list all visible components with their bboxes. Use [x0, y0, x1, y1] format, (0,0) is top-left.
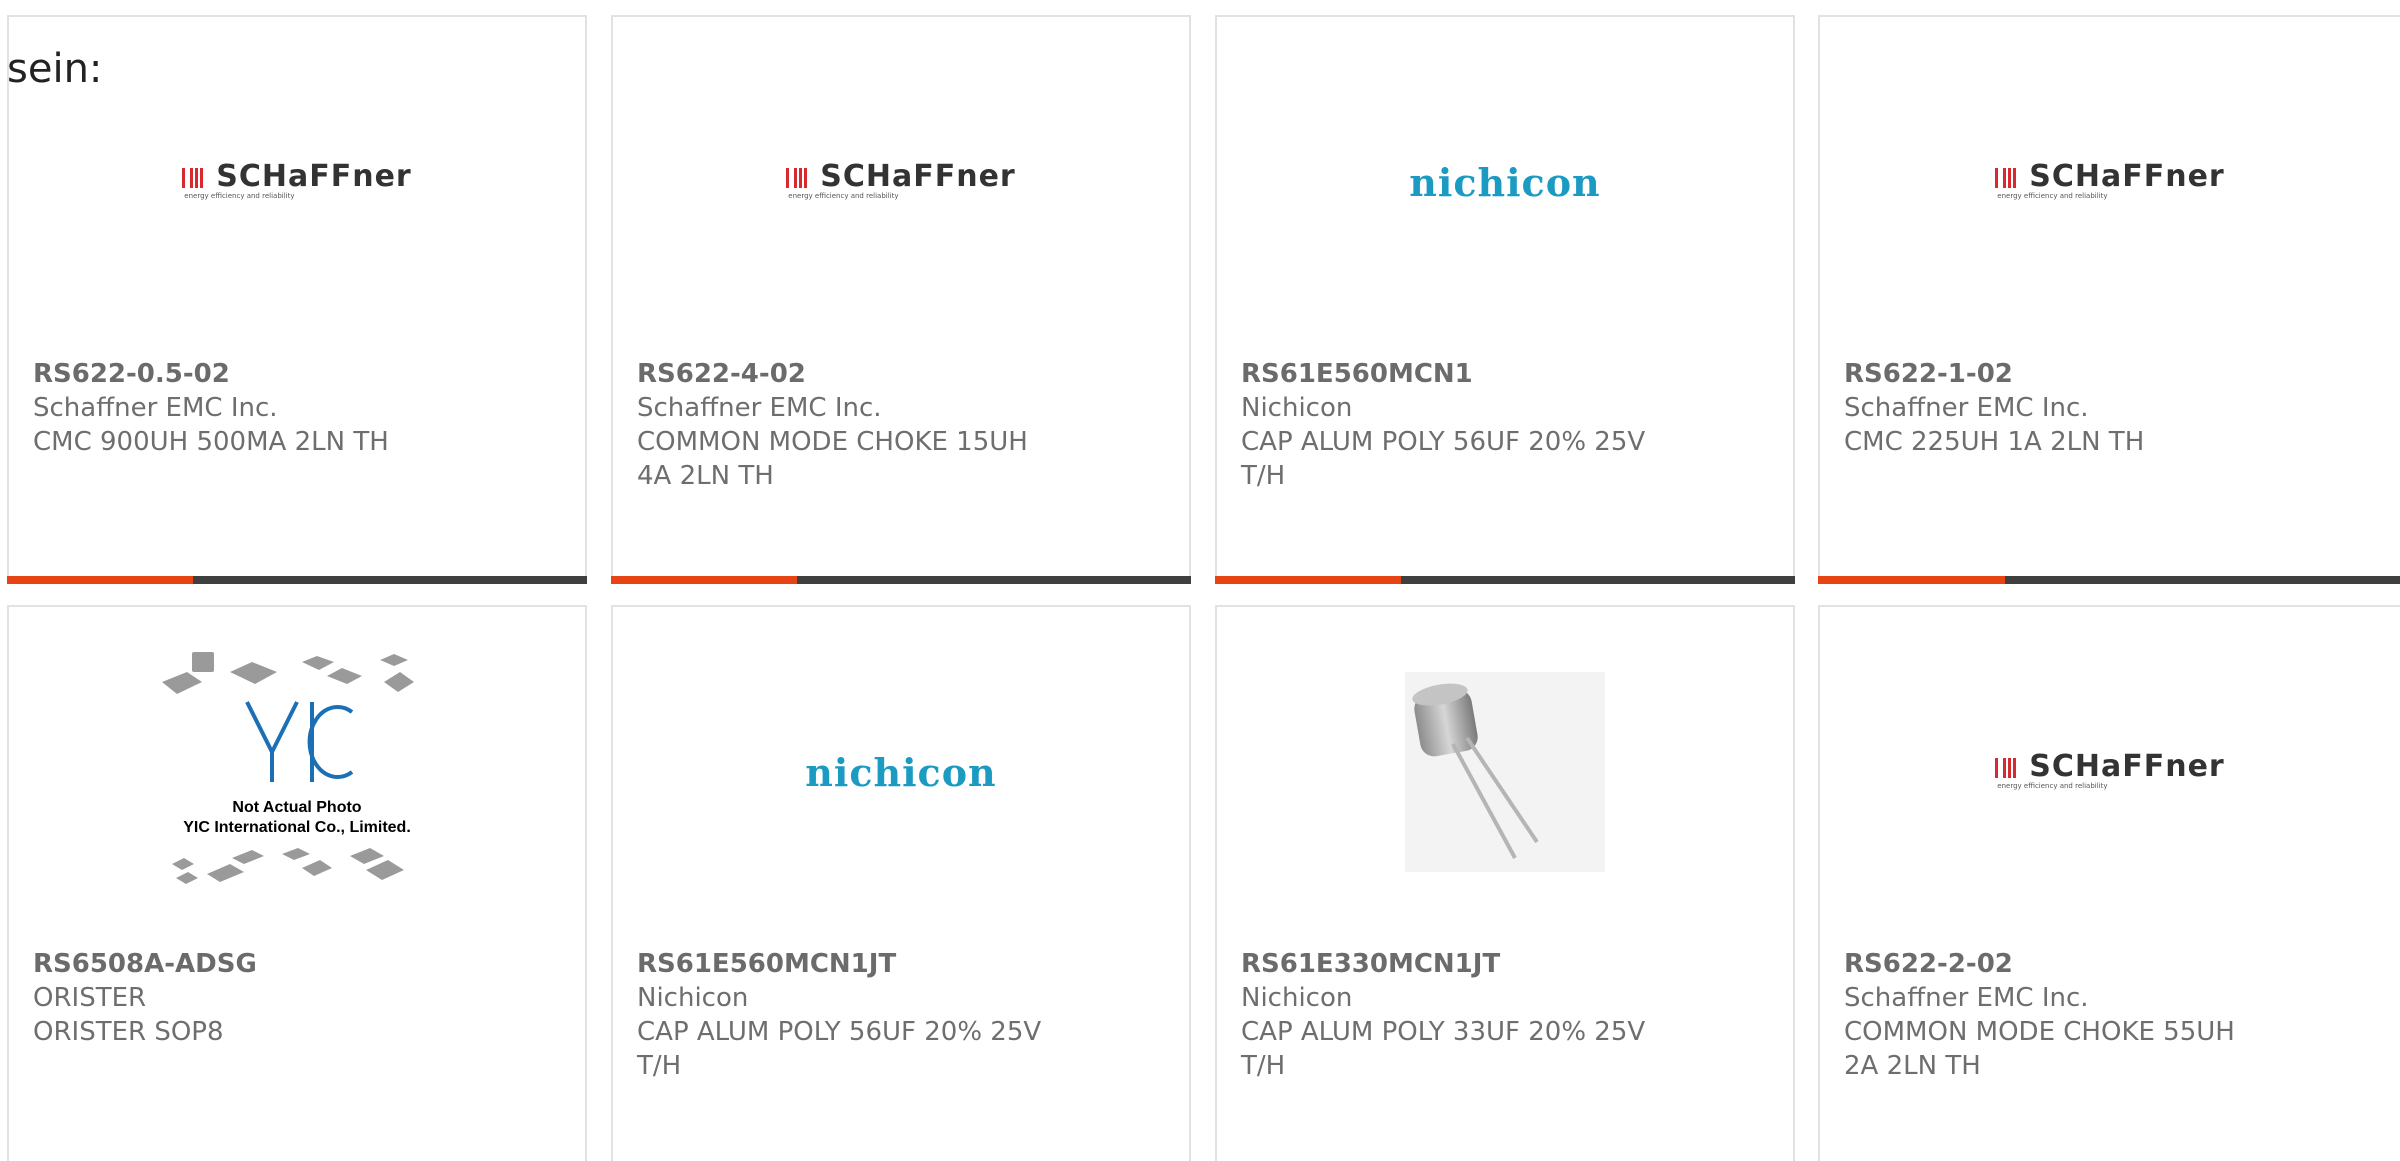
progress-bar — [611, 576, 1191, 584]
progress-bar — [7, 576, 587, 584]
svg-text:YIC International Co., Limited: YIC International Co., Limited. — [183, 819, 411, 836]
manufacturer: Schaffner EMC Inc. — [637, 393, 882, 423]
svg-text:Not Actual Photo: Not Actual Photo — [232, 799, 361, 816]
product-card[interactable]: SCHaFFner energy efficiency and reliabil… — [7, 15, 587, 584]
capacitor-photo — [1405, 672, 1605, 872]
schaffner-logo: SCHaFFner energy efficiency and reliabil… — [786, 159, 1016, 200]
part-number[interactable]: RS622-2-02 — [1844, 947, 2264, 981]
schaffner-logo: SCHaFFner energy efficiency and reliabil… — [1995, 159, 2225, 200]
product-card[interactable]: RS61E330MCN1JT Nichicon CAP ALUM POLY 33… — [1215, 605, 1795, 1161]
product-image[interactable]: nichicon — [613, 607, 1189, 937]
prompt-text: sein: — [7, 46, 103, 92]
description: CMC 225UH 1A 2LN TH — [1844, 427, 2145, 457]
product-image[interactable]: SCHaFFner energy efficiency and reliabil… — [1820, 607, 2400, 937]
schaffner-logo: SCHaFFner energy efficiency and reliabil… — [1995, 749, 2225, 790]
manufacturer: Nichicon — [1241, 983, 1353, 1013]
product-card[interactable]: Not Actual Photo YIC International Co., … — [7, 605, 587, 1161]
product-card[interactable]: nichicon RS61E560MCN1 Nichicon CAP ALUM … — [1215, 15, 1795, 584]
part-number[interactable]: RS6508A-ADSG — [33, 947, 453, 981]
description: CMC 900UH 500MA 2LN TH — [33, 427, 389, 457]
description: CAP ALUM POLY 33UF 20% 25V T/H — [1241, 1017, 1646, 1081]
description: ORISTER SOP8 — [33, 1017, 224, 1047]
product-card[interactable]: SCHaFFner energy efficiency and reliabil… — [1818, 15, 2400, 584]
part-number[interactable]: RS622-0.5-02 — [33, 357, 453, 391]
product-grid: SCHaFFner energy efficiency and reliabil… — [0, 0, 2400, 1161]
part-number[interactable]: RS61E330MCN1JT — [1241, 947, 1661, 981]
manufacturer: Schaffner EMC Inc. — [1844, 983, 2089, 1013]
yic-placeholder-image: Not Actual Photo YIC International Co., … — [162, 652, 414, 884]
product-card[interactable]: SCHaFFner energy efficiency and reliabil… — [1818, 605, 2400, 1161]
product-card[interactable]: SCHaFFner energy efficiency and reliabil… — [611, 15, 1191, 584]
product-image[interactable]: Not Actual Photo YIC International Co., … — [9, 607, 585, 937]
manufacturer: ORISTER — [33, 983, 147, 1013]
product-card[interactable]: nichicon RS61E560MCN1JT Nichicon CAP ALU… — [611, 605, 1191, 1161]
progress-bar — [1215, 576, 1795, 584]
part-number[interactable]: RS61E560MCN1 — [1241, 357, 1661, 391]
schaffner-logo: SCHaFFner energy efficiency and reliabil… — [182, 159, 412, 200]
part-number[interactable]: RS622-4-02 — [637, 357, 1057, 391]
product-image[interactable] — [1217, 607, 1793, 937]
manufacturer: Nichicon — [1241, 393, 1353, 423]
product-image[interactable]: SCHaFFner energy efficiency and reliabil… — [1820, 17, 2400, 347]
part-number[interactable]: RS622-1-02 — [1844, 357, 2264, 391]
product-image[interactable]: SCHaFFner energy efficiency and reliabil… — [613, 17, 1189, 347]
part-number[interactable]: RS61E560MCN1JT — [637, 947, 1057, 981]
nichicon-logo: nichicon — [1409, 159, 1601, 205]
description: COMMON MODE CHOKE 55UH 2A 2LN TH — [1844, 1017, 2235, 1081]
manufacturer: Nichicon — [637, 983, 749, 1013]
description: CAP ALUM POLY 56UF 20% 25V T/H — [637, 1017, 1042, 1081]
manufacturer: Schaffner EMC Inc. — [1844, 393, 2089, 423]
description: CAP ALUM POLY 56UF 20% 25V T/H — [1241, 427, 1646, 491]
description: COMMON MODE CHOKE 15UH 4A 2LN TH — [637, 427, 1028, 491]
progress-bar — [1818, 576, 2400, 584]
product-image[interactable]: nichicon — [1217, 17, 1793, 347]
nichicon-logo: nichicon — [805, 749, 997, 795]
manufacturer: Schaffner EMC Inc. — [33, 393, 278, 423]
